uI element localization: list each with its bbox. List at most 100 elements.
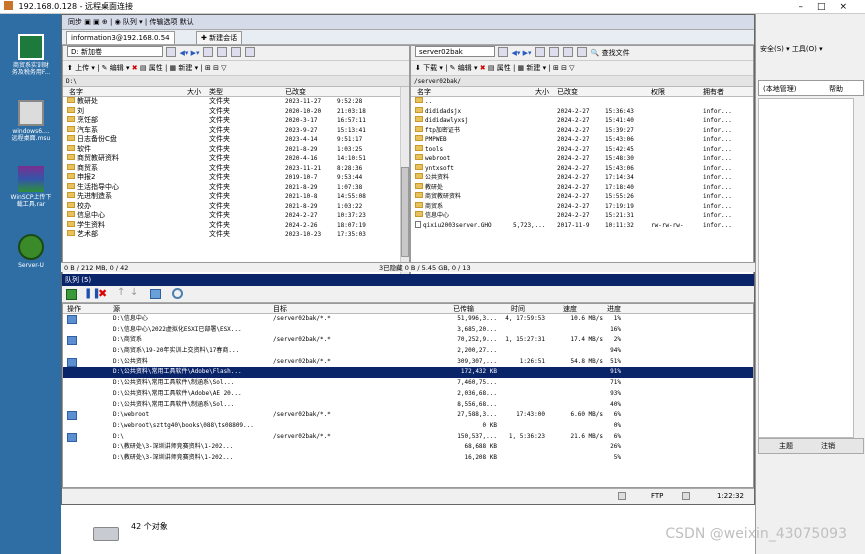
- remote-file-row[interactable]: dididawlyxsj 2024-2-27 15:41:40 infor...: [411, 116, 753, 126]
- col-name[interactable]: 名字: [417, 87, 431, 97]
- filter-toggle-icon[interactable]: ▽: [221, 64, 226, 72]
- local-file-row[interactable]: 商贸教研资料 文件夹 2020-4-16 14:10:51: [63, 154, 409, 164]
- local-file-row[interactable]: 烹饪部 文件夹 2020-3-17 16:57:11: [63, 116, 409, 126]
- col-permissions[interactable]: 权限: [651, 87, 665, 97]
- local-file-row[interactable]: 刘 文件夹 2020-10-20 21:03:18: [63, 106, 409, 117]
- col-modified[interactable]: 已改变: [285, 87, 306, 97]
- edit-button[interactable]: 编辑: [458, 64, 472, 72]
- remote-file-row[interactable]: 信息中心 2024-2-27 15:21:31 infor...: [411, 211, 753, 221]
- queue-row[interactable]: D:\教研处\3-深圳讲师竞赛资料\1-202... 16,208 KB 5%: [63, 453, 753, 464]
- back-icon[interactable]: ◀▾: [179, 49, 188, 57]
- col-transferred[interactable]: 已传输: [453, 304, 474, 314]
- local-file-row[interactable]: 商贸系 文件夹 2023-11-21 8:28:36: [63, 163, 409, 174]
- queue-settings-icon[interactable]: [150, 289, 161, 299]
- window-controls[interactable]: –□×: [798, 0, 861, 14]
- remote-file-row[interactable]: 商贸系 2024-2-27 17:19:19 infor...: [411, 201, 753, 212]
- col-size[interactable]: 大小: [187, 87, 201, 97]
- remote-file-row[interactable]: ..: [411, 97, 753, 107]
- bg-help-link[interactable]: 帮助: [829, 84, 843, 94]
- desktop-icon-rar[interactable]: WinSCP上传下 载工具.rar: [2, 166, 60, 208]
- queue-options-icon[interactable]: [172, 288, 183, 299]
- delete-icon[interactable]: ✖: [480, 64, 486, 72]
- properties-button[interactable]: 属性: [497, 64, 511, 72]
- remote-file-row[interactable]: 商贸教研资料 2024-2-27 15:55:26 infor...: [411, 192, 753, 202]
- col-name[interactable]: 名字: [69, 87, 83, 97]
- col-operation[interactable]: 操作: [67, 304, 81, 314]
- parent-dir-icon[interactable]: [534, 47, 545, 57]
- queue-row[interactable]: D:\webroot/server02bak/*.* 27,588,3... 17:…: [63, 410, 753, 421]
- tab-new-session[interactable]: ✚ 新建会话: [196, 31, 243, 44]
- col-modified[interactable]: 已改变: [557, 87, 578, 97]
- find-files-button[interactable]: 查找文件: [602, 49, 630, 57]
- queue-row[interactable]: D:\教研处\3-深圳讲师竞赛资料\1-202... 68,688 KB 26%: [63, 442, 753, 453]
- expand-icon[interactable]: ⊞: [205, 64, 211, 72]
- local-file-row[interactable]: 学生资料 文件夹 2024-2-26 18:07:19: [63, 220, 409, 231]
- remote-file-row[interactable]: PMPWEB 2024-2-27 15:43:06 infor...: [411, 135, 753, 145]
- new-button[interactable]: 新建: [178, 64, 192, 72]
- home-icon[interactable]: [563, 47, 574, 57]
- local-scrollbar[interactable]: [400, 87, 409, 279]
- download-button[interactable]: 下载: [423, 64, 437, 72]
- local-file-row[interactable]: 信息中心 文件夹 2024-2-27 10:37:23: [63, 211, 409, 221]
- local-file-row[interactable]: 教研处 文件夹 2023-11-27 9:52:28: [63, 97, 409, 107]
- local-drive-select[interactable]: D: 新加卷: [67, 46, 163, 57]
- local-file-row[interactable]: 日志备份C盘 文件夹 2023-4-14 9:51:17: [63, 135, 409, 145]
- queue-row[interactable]: D:\信息中心\2022虚拟化ESXI已部署\ESX... 3,685,20...…: [63, 325, 753, 336]
- remote-path[interactable]: /server02bak/: [411, 76, 753, 87]
- queue-row[interactable]: D:\公共资料\常用工具软件\Adobe\AE 20... 2,036,68...…: [63, 389, 753, 400]
- move-up-icon[interactable]: ↑: [117, 287, 125, 298]
- filter-icon[interactable]: [498, 47, 509, 57]
- remote-file-row[interactable]: qixiu2003server.GHO 5,723,... 2017-11-9 10:…: [411, 220, 753, 231]
- col-progress[interactable]: 进度: [607, 304, 621, 314]
- local-file-row[interactable]: 申报2 文件夹 2019-10-7 9:53:44: [63, 173, 409, 183]
- new-button[interactable]: 新建: [526, 64, 540, 72]
- cancel-icon[interactable]: ✖: [98, 287, 107, 300]
- move-down-icon[interactable]: ↓: [130, 287, 138, 298]
- execute-icon[interactable]: [66, 289, 77, 300]
- forward-icon[interactable]: ▶▾: [523, 49, 532, 57]
- col-source[interactable]: 源: [113, 304, 120, 314]
- local-file-row[interactable]: 校办 文件夹 2021-8-29 1:03:22: [63, 201, 409, 212]
- refresh-icon[interactable]: [577, 47, 588, 57]
- queue-row[interactable]: D:\公共资料/server02bak/*.* 309,307,... 1:26:5…: [63, 357, 753, 368]
- queue-row[interactable]: D:\/server02bak/*.* 150,537,... 1, 5:36:23…: [63, 432, 753, 443]
- col-size[interactable]: 大小: [535, 87, 549, 97]
- remote-file-row[interactable]: webroot 2024-2-27 15:48:30 infor...: [411, 154, 753, 164]
- queue-row[interactable]: D:\公共资料\常用工具软件\制涵系\Sol... 8,556,68... 40%: [63, 400, 753, 411]
- expand-icon[interactable]: ⊞: [553, 64, 559, 72]
- col-time[interactable]: 时间: [511, 304, 525, 314]
- scroll-thumb[interactable]: [401, 167, 409, 257]
- back-icon[interactable]: ◀▾: [511, 49, 520, 57]
- local-file-row[interactable]: 艺术部 文件夹 2023-10-23 17:35:03: [63, 230, 409, 240]
- remote-file-row[interactable]: tools 2024-2-27 15:42:45 infor...: [411, 144, 753, 155]
- col-type[interactable]: 类型: [209, 87, 223, 97]
- bg-tab-local-manage[interactable]: (本地管理): [763, 84, 796, 94]
- local-file-row[interactable]: 软件 文件夹 2021-8-29 1:03:25: [63, 144, 409, 155]
- remote-file-row[interactable]: dididadsjx 2024-2-27 15:36:43 infor...: [411, 106, 753, 117]
- desktop-icon-serveru[interactable]: Server-U: [2, 234, 60, 269]
- refresh-icon[interactable]: [245, 47, 256, 57]
- delete-icon[interactable]: ✖: [132, 64, 138, 72]
- collapse-icon[interactable]: ⊟: [213, 64, 219, 72]
- desktop-icon-msu[interactable]: windows6.... 远程桌面.msu: [2, 100, 60, 142]
- properties-button[interactable]: 属性: [149, 64, 163, 72]
- remote-dir-select[interactable]: server02bak: [415, 46, 495, 57]
- queue-row[interactable]: D:\webroot\szttg40\books\088\ts08809... 0…: [63, 421, 753, 432]
- root-dir-icon[interactable]: [548, 47, 559, 57]
- parent-dir-icon[interactable]: [202, 47, 213, 57]
- root-dir-icon[interactable]: [216, 47, 227, 57]
- queue-row[interactable]: D:\信息中心/server02bak/*.* 51,996,3... 4, 17:…: [63, 314, 753, 325]
- col-speed[interactable]: 速度: [563, 304, 577, 314]
- local-file-row[interactable]: 先进制造系 文件夹 2021-10-8 14:55:08: [63, 192, 409, 202]
- queue-row[interactable]: D:\公共资料\常用工具软件\制涵系\Sol... 7,460,75... 71%: [63, 378, 753, 389]
- logout-link[interactable]: 注销: [821, 439, 835, 453]
- theme-link[interactable]: 主题: [779, 439, 793, 453]
- home-icon[interactable]: [231, 47, 242, 57]
- collapse-icon[interactable]: ⊟: [561, 64, 567, 72]
- col-target[interactable]: 目标: [273, 304, 287, 314]
- local-path[interactable]: D:\: [63, 76, 409, 87]
- edit-button[interactable]: 编辑: [110, 64, 124, 72]
- bg-menu[interactable]: 安全(S) ▾ 工具(O) ▾: [756, 42, 865, 56]
- main-toolbar[interactable]: 同步 ▣ ▣ ⊕ | ◉ 队列 ▾ | 传输选项 默认: [62, 15, 754, 30]
- queue-row[interactable]: D:\商贸系\19-20年实训上交资料\17春商... 2,200,27... 94…: [63, 346, 753, 357]
